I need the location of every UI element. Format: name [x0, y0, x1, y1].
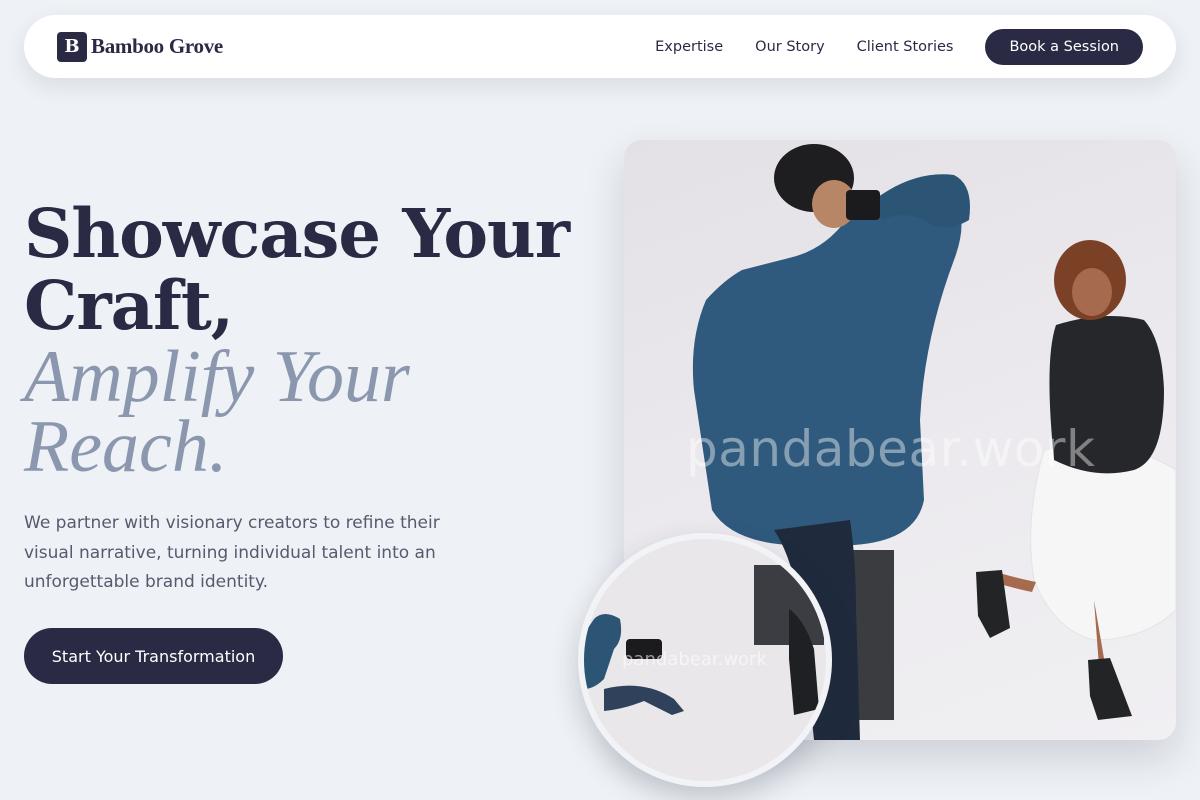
hero-headline: Showcase Your Craft, Amplify Your Reach.	[24, 194, 570, 488]
inset-legs	[604, 685, 684, 715]
nav-link-expertise[interactable]: Expertise	[655, 39, 723, 55]
hero-subtext: We partner with visionary creators to re…	[24, 513, 440, 592]
headline-line-2: Craft,	[24, 266, 234, 345]
camera	[846, 190, 880, 220]
headline-accent-line-1: Amplify Your	[24, 336, 410, 418]
inset-photo: pandabear.work	[578, 533, 832, 787]
brand-logo[interactable]: B Bamboo Grove	[57, 31, 223, 62]
brand-mark-icon: B	[57, 31, 87, 62]
brand-name: Bamboo Grove	[91, 34, 223, 58]
photo-watermark: pandabear.work	[686, 420, 1096, 478]
nav-links: Expertise Our Story Client Stories Book …	[655, 28, 1143, 65]
nav-link-client-stories[interactable]: Client Stories	[857, 39, 954, 55]
top-nav: B Bamboo Grove Expertise Our Story Clien…	[24, 15, 1176, 78]
model-boot-right	[1088, 658, 1132, 720]
inset-watermark: pandabear.work	[622, 649, 767, 670]
model-face	[1072, 268, 1112, 316]
photographer-jacket	[692, 188, 962, 546]
headline-accent-line-2: Reach.	[24, 406, 228, 488]
nav-link-our-story[interactable]: Our Story	[755, 39, 824, 55]
headline-line-1: Showcase Your	[24, 194, 570, 273]
start-transformation-button[interactable]: Start Your Transformation	[24, 628, 283, 684]
inset-photographer	[584, 614, 622, 689]
book-session-button[interactable]: Book a Session	[985, 28, 1143, 65]
